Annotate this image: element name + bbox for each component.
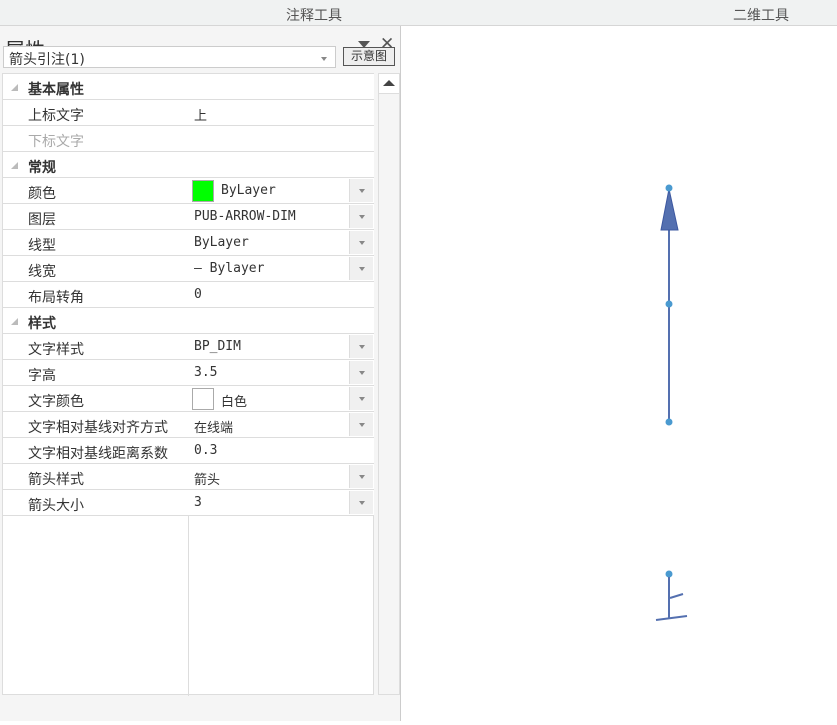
property-name: 文字样式 (28, 342, 84, 358)
property-row[interactable]: 文字相对基线对齐方式 在线端 (3, 412, 374, 438)
property-row[interactable]: 颜色 ByLayer (3, 178, 374, 204)
property-row[interactable]: 线宽 — Bylayer (3, 256, 374, 282)
property-row[interactable]: 箭头样式 箭头 (3, 464, 374, 490)
property-value[interactable]: 在线端 (194, 417, 233, 436)
property-name: 字高 (28, 368, 56, 384)
property-name: 箭头大小 (28, 498, 84, 514)
dropdown-button[interactable] (349, 465, 373, 488)
property-name: 布局转角 (28, 290, 84, 306)
ribbon-tabs: 注释工具 二维工具 (0, 0, 837, 26)
category-row[interactable]: 样式 (3, 308, 374, 334)
property-value[interactable]: ByLayer (194, 235, 249, 250)
property-row[interactable]: 布局转角 0 (3, 282, 374, 308)
dropdown-button[interactable] (349, 231, 373, 254)
property-name: 箭头样式 (28, 472, 84, 488)
arrow-annotation-drawing[interactable] (402, 26, 837, 721)
property-value[interactable]: 0 (194, 287, 202, 302)
property-row[interactable]: 文字颜色 白色 (3, 386, 374, 412)
arrowhead (660, 188, 679, 231)
property-value[interactable]: BP_DIM (194, 339, 241, 354)
property-name: 文字颜色 (28, 394, 84, 410)
property-value[interactable]: ByLayer (221, 183, 276, 198)
property-value[interactable]: 白色 (221, 391, 247, 410)
category-label: 基本属性 (28, 82, 84, 98)
property-name: 文字相对基线距离系数 (28, 446, 168, 462)
property-name: 下标文字 (28, 134, 84, 150)
category-row[interactable]: 基本属性 (3, 74, 374, 100)
category-label: 常规 (28, 160, 56, 176)
dropdown-button[interactable] (349, 361, 373, 384)
collapse-icon[interactable] (11, 318, 18, 325)
property-value[interactable]: 0.3 (194, 443, 217, 458)
property-name: 线宽 (28, 264, 56, 280)
property-name: 线型 (28, 238, 56, 254)
color-swatch (192, 388, 214, 410)
tab-2d-tools[interactable]: 二维工具 (733, 5, 789, 25)
chevron-down-icon (321, 57, 327, 61)
property-row[interactable]: 字高 3.5 (3, 360, 374, 386)
scrollbar[interactable] (378, 73, 400, 695)
property-value[interactable]: — Bylayer (194, 261, 264, 276)
property-name: 颜色 (28, 186, 56, 202)
category-row[interactable]: 常规 (3, 152, 374, 178)
property-value[interactable]: 3 (194, 495, 202, 510)
grip-point (665, 300, 673, 308)
dropdown-button[interactable] (349, 335, 373, 358)
dropdown-button[interactable] (349, 257, 373, 280)
property-value[interactable]: 箭头 (194, 469, 220, 488)
grip-point (665, 570, 673, 578)
dropdown-button[interactable] (349, 491, 373, 514)
property-grid: 基本属性上标文字 上下标文字常规颜色 ByLayer 图层 PUB-ARROW-DIM 线… (2, 73, 374, 696)
property-row[interactable]: 线型 ByLayer (3, 230, 374, 256)
drawing-canvas[interactable] (402, 26, 837, 721)
dropdown-button[interactable] (349, 205, 373, 228)
property-name: 图层 (28, 212, 56, 228)
property-row[interactable]: 箭头大小 3 (3, 490, 374, 516)
dropdown-button[interactable] (349, 413, 373, 436)
collapse-icon[interactable] (11, 84, 18, 91)
object-selector[interactable]: 箭头引注(1) (3, 46, 336, 68)
dropdown-button[interactable] (349, 387, 373, 410)
grip-point (665, 184, 673, 192)
scroll-up-button[interactable] (379, 74, 399, 94)
property-row[interactable]: 文字样式 BP_DIM (3, 334, 374, 360)
text-shang-glyph (655, 577, 688, 621)
dropdown-button[interactable] (349, 179, 373, 202)
property-row[interactable]: 上标文字 上 (3, 100, 374, 126)
color-swatch (192, 180, 214, 202)
property-row[interactable]: 文字相对基线距离系数 0.3 (3, 438, 374, 464)
collapse-icon[interactable] (11, 162, 18, 169)
object-selector-value: 箭头引注(1) (9, 52, 85, 68)
tab-annotation-tools[interactable]: 注释工具 (286, 5, 342, 25)
property-name: 文字相对基线对齐方式 (28, 420, 168, 436)
category-label: 样式 (28, 316, 56, 332)
property-row[interactable]: 下标文字 (3, 126, 374, 152)
property-name: 上标文字 (28, 108, 84, 124)
property-value[interactable]: PUB-ARROW-DIM (194, 209, 296, 224)
grip-point (665, 418, 673, 426)
property-value[interactable]: 上 (194, 105, 207, 124)
property-row[interactable]: 图层 PUB-ARROW-DIM (3, 204, 374, 230)
preview-button[interactable]: 示意图 (343, 47, 395, 66)
property-value[interactable]: 3.5 (194, 365, 217, 380)
